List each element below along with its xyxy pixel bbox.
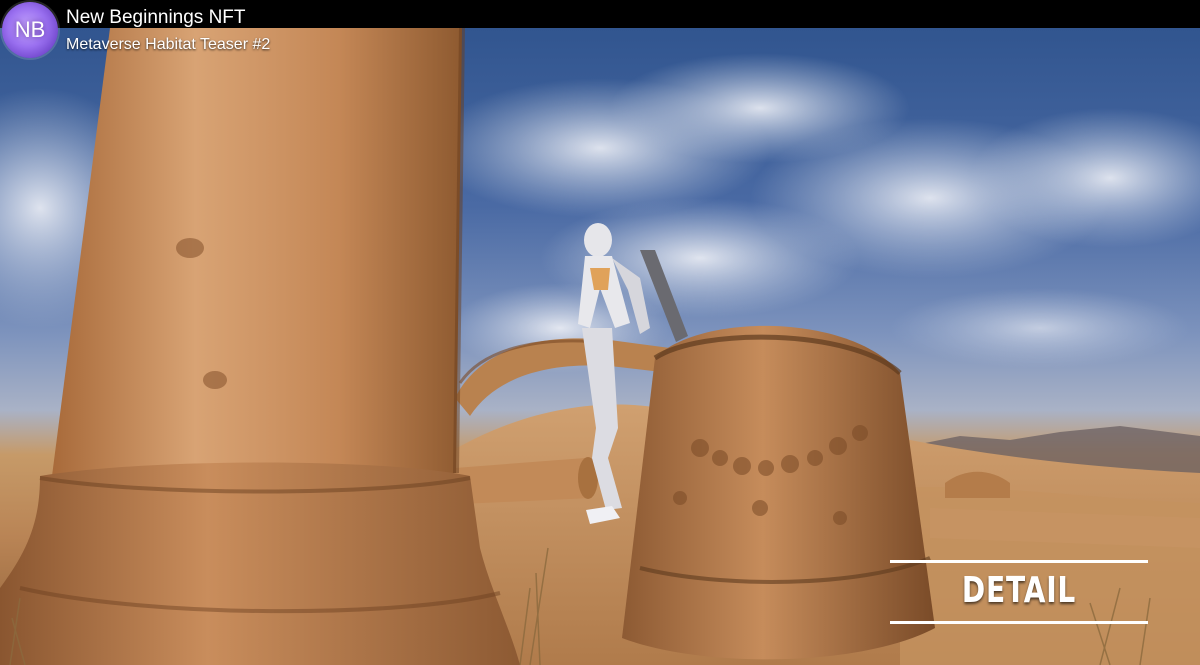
detail-button[interactable]: DETAIL bbox=[890, 560, 1148, 626]
channel-header: NB New Beginnings NFT Metaverse Habitat … bbox=[0, 0, 420, 62]
detail-label: DETAIL bbox=[961, 570, 1077, 611]
channel-avatar[interactable]: NB bbox=[2, 2, 58, 58]
detail-bottom-rule bbox=[890, 621, 1148, 624]
video-title[interactable]: New Beginnings NFT bbox=[66, 7, 246, 29]
video-frame: NB New Beginnings NFT Metaverse Habitat … bbox=[0, 0, 1200, 665]
detail-top-rule bbox=[890, 560, 1148, 563]
video-subtitle: Metaverse Habitat Teaser #2 bbox=[66, 36, 271, 53]
